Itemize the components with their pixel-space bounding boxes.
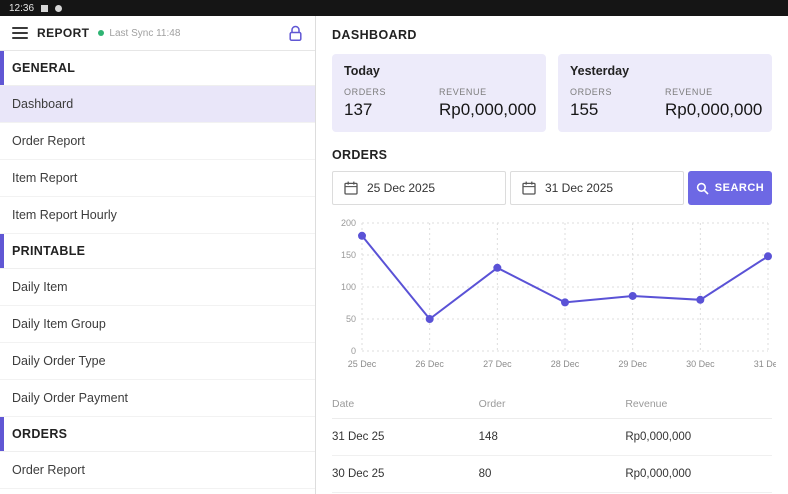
table-cell: Rp0,000,000 — [625, 468, 772, 480]
sidebar-item-daily-order-payment[interactable]: Daily Order Payment — [0, 380, 315, 417]
svg-text:29 Dec: 29 Dec — [618, 359, 647, 369]
sidebar-item-daily-item-group[interactable]: Daily Item Group — [0, 306, 315, 343]
sidebar-item-order-report[interactable]: Order Report — [0, 123, 315, 160]
col-header-order: Order — [479, 398, 626, 410]
table-row[interactable]: 31 Dec 25148Rp0,000,000 — [332, 419, 772, 456]
sidebar-section-orders: ORDERS — [0, 417, 315, 452]
main-content: DASHBOARD Today ORDERS 137 REVENUE Rp0,0… — [316, 16, 788, 494]
svg-text:200: 200 — [341, 218, 356, 228]
sidebar-section-general: GENERAL — [0, 51, 315, 86]
yesterday-orders-value: 155 — [570, 100, 665, 120]
sidebar-item-item-report-hourly[interactable]: Item Report Hourly — [0, 197, 315, 234]
table-cell: 80 — [479, 468, 626, 480]
table-cell: Rp0,000,000 — [625, 431, 772, 443]
app-title: REPORT — [37, 26, 89, 40]
orders-section-title: ORDERS — [332, 148, 772, 162]
search-button-label: SEARCH — [715, 182, 764, 194]
hamburger-menu-icon[interactable] — [12, 27, 28, 39]
sidebar-item-dashboard[interactable]: Dashboard — [0, 86, 315, 123]
svg-text:30 Dec: 30 Dec — [686, 359, 715, 369]
orders-table: Date Order Revenue 31 Dec 25148Rp0,000,0… — [332, 390, 772, 493]
calendar-icon — [522, 181, 536, 195]
svg-text:0: 0 — [351, 346, 356, 356]
date-from-input[interactable]: 25 Dec 2025 — [332, 171, 506, 205]
svg-text:27 Dec: 27 Dec — [483, 359, 512, 369]
sidebar-item-daily-order-type[interactable]: Daily Order Type — [0, 343, 315, 380]
table-cell: 30 Dec 25 — [332, 468, 479, 480]
status-circle-icon — [55, 5, 62, 12]
svg-text:28 Dec: 28 Dec — [551, 359, 580, 369]
svg-text:150: 150 — [341, 250, 356, 260]
yesterday-revenue-stat: REVENUE Rp0,000,000 — [665, 87, 760, 120]
svg-text:50: 50 — [346, 314, 356, 324]
date-to-value: 31 Dec 2025 — [545, 181, 613, 195]
calendar-icon — [344, 181, 358, 195]
today-revenue-value: Rp0,000,000 — [439, 100, 534, 120]
table-cell: 31 Dec 25 — [332, 431, 479, 443]
lock-icon[interactable] — [288, 25, 303, 42]
summary-cards: Today ORDERS 137 REVENUE Rp0,000,000 Yes… — [332, 54, 772, 132]
card-title: Yesterday — [570, 64, 760, 78]
page-title: DASHBOARD — [332, 28, 772, 42]
last-sync-status: Last Sync 11:48 — [98, 28, 180, 39]
today-revenue-stat: REVENUE Rp0,000,000 — [439, 87, 534, 120]
sidebar-item-rating-report[interactable]: Rating Report — [0, 489, 315, 494]
date-from-value: 25 Dec 2025 — [367, 181, 435, 195]
svg-text:26 Dec: 26 Dec — [415, 359, 444, 369]
table-row[interactable]: 30 Dec 2580Rp0,000,000 — [332, 456, 772, 493]
date-to-input[interactable]: 31 Dec 2025 — [510, 171, 684, 205]
yesterday-revenue-value: Rp0,000,000 — [665, 100, 760, 120]
col-header-revenue: Revenue — [625, 398, 772, 410]
table-cell: 148 — [479, 431, 626, 443]
status-time: 12:36 — [9, 3, 34, 14]
status-bar: 12:36 — [0, 0, 788, 16]
sync-status-dot — [98, 30, 104, 36]
sidebar-nav: GENERALDashboardOrder ReportItem ReportI… — [0, 51, 315, 494]
stat-label: ORDERS — [570, 87, 665, 97]
sidebar-header: REPORT Last Sync 11:48 — [0, 16, 315, 51]
col-header-date: Date — [332, 398, 479, 410]
table-body: 31 Dec 25148Rp0,000,00030 Dec 2580Rp0,00… — [332, 419, 772, 493]
sidebar-item-item-report[interactable]: Item Report — [0, 160, 315, 197]
sidebar-item-daily-item[interactable]: Daily Item — [0, 269, 315, 306]
stat-label: REVENUE — [439, 87, 534, 97]
sidebar-section-printable: PRINTABLE — [0, 234, 315, 269]
last-sync-label: Last Sync 11:48 — [109, 28, 180, 39]
svg-text:25 Dec: 25 Dec — [348, 359, 377, 369]
yesterday-orders-stat: ORDERS 155 — [570, 87, 665, 120]
sidebar-item-order-report[interactable]: Order Report — [0, 452, 315, 489]
search-button[interactable]: SEARCH — [688, 171, 772, 205]
card-title: Today — [344, 64, 534, 78]
today-orders-value: 137 — [344, 100, 439, 120]
chart-canvas: 0 50 100 150 200 25 Dec 26 Dec 27 Dec 28 Dec 29 D… — [332, 213, 776, 381]
yesterday-card: Yesterday ORDERS 155 REVENUE Rp0,000,000 — [558, 54, 772, 132]
svg-text:31 Dec: 31 Dec — [754, 359, 776, 369]
app-window: REPORT Last Sync 11:48 GENERALDashboardO… — [0, 16, 788, 494]
stat-label: ORDERS — [344, 87, 439, 97]
status-square-icon — [41, 5, 48, 12]
table-header-row: Date Order Revenue — [332, 390, 772, 419]
today-orders-stat: ORDERS 137 — [344, 87, 439, 120]
date-filter-row: 25 Dec 2025 31 Dec 2025 — [332, 171, 772, 205]
search-icon — [696, 182, 709, 195]
sidebar: REPORT Last Sync 11:48 GENERALDashboardO… — [0, 16, 316, 494]
orders-line-chart: 0 50 100 150 200 25 Dec 26 Dec 27 Dec 28 Dec 29 D… — [332, 213, 772, 386]
stat-label: REVENUE — [665, 87, 760, 97]
today-card: Today ORDERS 137 REVENUE Rp0,000,000 — [332, 54, 546, 132]
svg-text:100: 100 — [341, 282, 356, 292]
